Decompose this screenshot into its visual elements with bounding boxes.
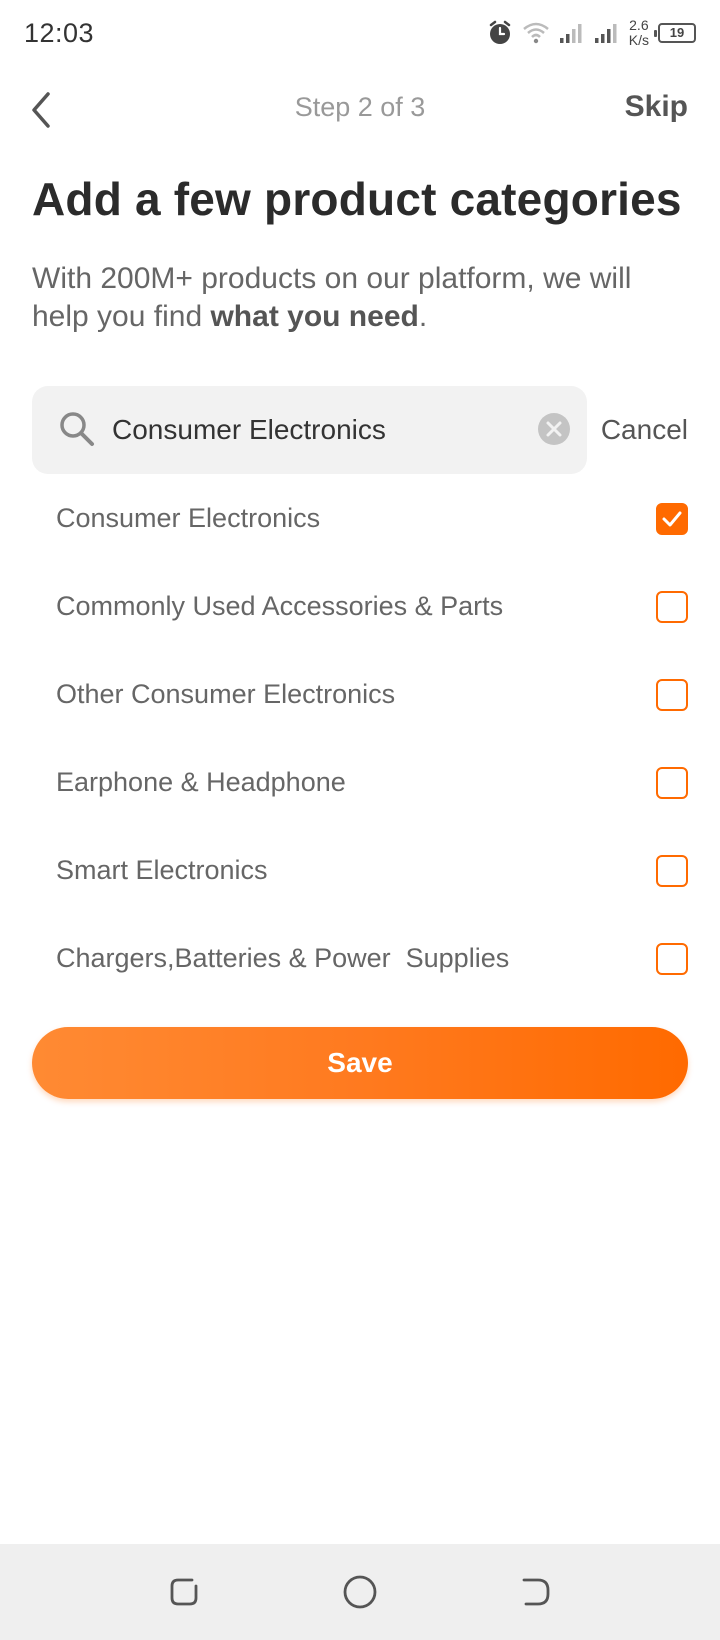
status-bar: 12:03 2.6 K/s 19 bbox=[0, 0, 720, 66]
category-item[interactable]: Other Consumer Electronics bbox=[0, 651, 720, 739]
back-nav-icon[interactable] bbox=[518, 1574, 554, 1615]
category-item[interactable]: Earphone & Headphone bbox=[0, 739, 720, 827]
net-speed: 2.6 K/s bbox=[629, 18, 649, 48]
recent-apps-icon[interactable] bbox=[166, 1574, 202, 1615]
checkbox[interactable] bbox=[656, 591, 688, 623]
category-item[interactable]: Consumer Electronics bbox=[0, 475, 720, 563]
signal-icon bbox=[559, 22, 585, 44]
net-speed-value: 2.6 bbox=[629, 17, 649, 33]
save-button[interactable]: Save bbox=[32, 1027, 688, 1099]
category-label: Earphone & Headphone bbox=[56, 767, 346, 797]
alarm-icon bbox=[487, 20, 513, 46]
category-label: Consumer Electronics bbox=[56, 503, 321, 533]
status-time: 12:03 bbox=[24, 17, 95, 48]
clear-search-icon[interactable] bbox=[537, 412, 571, 451]
check-icon bbox=[662, 511, 682, 527]
screen: 12:03 2.6 K/s 19 Step 2 of 3 Skip Add a … bbox=[0, 0, 720, 1640]
category-item[interactable]: Chargers,Batteries & Power Supplies bbox=[0, 915, 720, 1003]
system-nav-bar bbox=[0, 1544, 720, 1640]
checkbox-checked[interactable] bbox=[656, 503, 688, 535]
header-nav: Step 2 of 3 Skip bbox=[0, 70, 720, 150]
home-icon[interactable] bbox=[342, 1574, 378, 1615]
search-input[interactable] bbox=[112, 408, 532, 452]
subtitle-bold: what you need bbox=[210, 300, 419, 333]
subtitle-end: . bbox=[418, 300, 428, 333]
page-title: Add a few product categories bbox=[32, 173, 682, 225]
net-speed-unit: K/s bbox=[628, 32, 649, 48]
battery-level: 19 bbox=[669, 25, 685, 40]
skip-button[interactable]: Skip bbox=[625, 90, 688, 124]
checkbox[interactable] bbox=[656, 943, 688, 975]
cancel-button[interactable]: Cancel bbox=[601, 414, 688, 446]
category-label: Other Consumer Electronics bbox=[56, 679, 396, 709]
checkbox[interactable] bbox=[656, 767, 688, 799]
step-indicator: Step 2 of 3 bbox=[294, 92, 426, 122]
category-item[interactable]: Smart Electronics bbox=[0, 827, 720, 915]
category-label: Smart Electronics bbox=[56, 855, 268, 885]
category-list: Consumer Electronics Commonly Used Acces… bbox=[0, 475, 720, 1003]
battery-icon: 19 bbox=[654, 23, 696, 43]
page-subtitle: With 200M+ products on our platform, we … bbox=[32, 260, 692, 336]
checkbox[interactable] bbox=[656, 855, 688, 887]
checkbox[interactable] bbox=[656, 679, 688, 711]
category-label: Commonly Used Accessories & Parts bbox=[56, 591, 504, 621]
category-label: Chargers,Batteries & Power Supplies bbox=[56, 943, 510, 973]
signal-icon bbox=[594, 22, 620, 44]
status-icons: 2.6 K/s 19 bbox=[487, 18, 696, 48]
wifi-icon bbox=[522, 21, 550, 45]
search-icon bbox=[58, 410, 96, 453]
search-box[interactable] bbox=[32, 386, 587, 474]
category-item[interactable]: Commonly Used Accessories & Parts bbox=[0, 563, 720, 651]
